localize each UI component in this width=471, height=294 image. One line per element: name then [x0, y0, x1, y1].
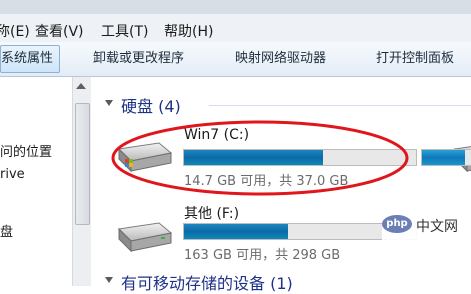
menu-tools[interactable]: 工具(T): [101, 21, 148, 41]
menu-view[interactable]: 查看(V): [35, 21, 84, 41]
php-logo: php: [382, 215, 412, 233]
php-watermark: php 中文网: [382, 209, 471, 243]
group-divider: [209, 105, 471, 106]
drive-d-usage-fill: [422, 150, 466, 165]
window-top-edge: [0, 0, 471, 15]
uninstall-program-button[interactable]: 卸载或更改程序: [93, 42, 184, 76]
menu-edit[interactable]: 称(E): [0, 21, 30, 41]
scroll-thumb[interactable]: [75, 103, 90, 225]
drive-f-icon: [117, 222, 173, 253]
nav-item-disk[interactable]: 盘: [0, 221, 13, 240]
php-watermark-text: 中文网: [416, 219, 458, 235]
nav-scrollbar[interactable]: [72, 77, 92, 286]
menu-help[interactable]: 帮助(H): [164, 21, 213, 41]
nav-item-drive[interactable]: rive: [0, 167, 25, 182]
system-properties-button[interactable]: 系统属性: [0, 45, 61, 73]
drive-f-name[interactable]: 其他 (F:): [184, 203, 239, 223]
scroll-up-arrow-icon[interactable]: [76, 83, 86, 89]
hard-disk-group-header[interactable]: 硬盘 (4): [121, 93, 181, 117]
open-control-panel-button[interactable]: 打开控制面板: [376, 42, 454, 76]
drive-f-size: 163 GB 可用，共 298 GB: [184, 248, 341, 263]
collapse-chevron-icon[interactable]: [105, 277, 113, 283]
navigation-pane: 问的位置 rive 盘: [0, 77, 82, 286]
map-network-drive-button[interactable]: 映射网络驱动器: [235, 42, 326, 76]
drive-f-usage-fill: [184, 224, 289, 239]
nav-item-recent-places[interactable]: 问的位置: [0, 141, 52, 160]
command-toolbar: 系统属性 卸载或更改程序 映射网络驱动器 打开控制面板: [0, 42, 471, 77]
collapse-chevron-icon[interactable]: [105, 100, 113, 106]
red-annotation-ellipse: [111, 120, 409, 196]
removable-group-header[interactable]: 有可移动存储的设备 (1): [121, 270, 293, 294]
drive-d-usage-bar: [421, 149, 471, 166]
menu-bar: 称(E) 查看(V) 工具(T) 帮助(H): [0, 14, 471, 42]
